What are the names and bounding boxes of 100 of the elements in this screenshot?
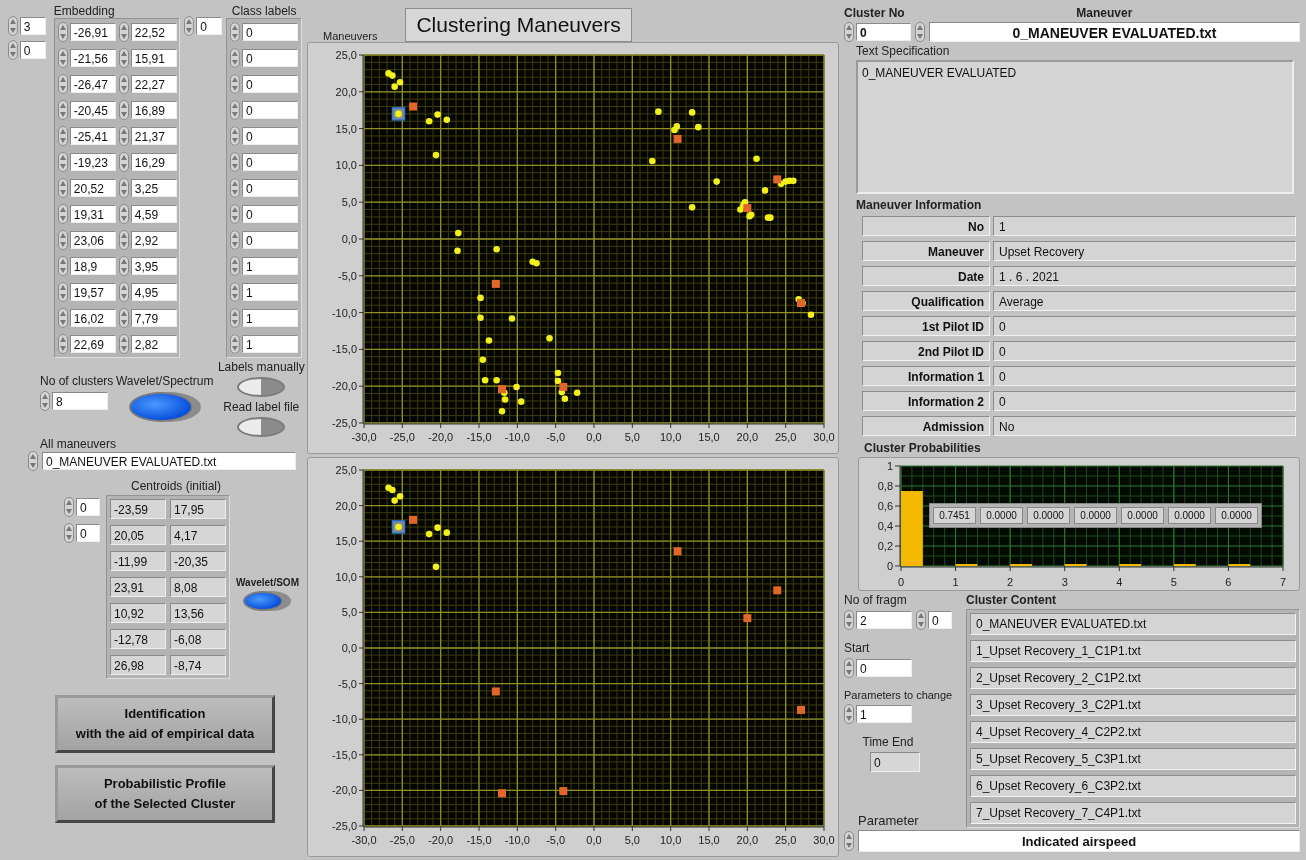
table-cell: -12,78 xyxy=(110,629,166,649)
axis-tick-label: 20,0 xyxy=(736,431,759,443)
axis-tick-label: 25,0 xyxy=(774,834,797,846)
info-label: Admission xyxy=(862,416,990,436)
axis-tick-label: 15,0 xyxy=(698,834,720,846)
axis-tick-label: 20,0 xyxy=(335,499,357,512)
field-label: Cluster Content xyxy=(966,593,1057,607)
axis-tick-label: 0,0 xyxy=(586,834,602,846)
field-label: Start xyxy=(844,641,871,655)
field-label: Maneuver xyxy=(1076,6,1133,20)
axis-tick-label: -20,0 xyxy=(428,834,454,846)
axis-tick-label: 5,0 xyxy=(624,431,640,443)
probability-readout: 0.0000 xyxy=(1074,507,1117,524)
axis-tick-label: -30,0 xyxy=(351,431,377,443)
axis-tick-label: -15,0 xyxy=(466,431,492,443)
axis-tick-label: 0,0 xyxy=(586,431,602,443)
axis-tick-label: 25,0 xyxy=(335,464,357,476)
axis-tick-label: -25,0 xyxy=(331,820,357,832)
field-label: Maneuver Information xyxy=(856,198,982,212)
table-cell: 20,05 xyxy=(110,525,166,545)
axis-tick-label: 2 xyxy=(1007,576,1014,588)
axis-tick-label: 0 xyxy=(886,560,893,572)
field-label: Cluster No xyxy=(844,6,905,20)
info-label: Qualification xyxy=(862,291,990,311)
info-label: Date xyxy=(862,266,990,286)
field-label: Wavelet/SOM xyxy=(236,577,299,588)
list-item: 4_Upset Recovery_4_C2P2.txt xyxy=(970,721,1296,743)
field-label: All maneuvers xyxy=(40,437,118,451)
field-label: Centroids (initial) xyxy=(131,479,221,493)
axis-tick-label: 30,0 xyxy=(813,431,835,443)
axis-tick-label: 0,6 xyxy=(877,500,893,512)
table-cell: 13,56 xyxy=(170,603,226,623)
axis-tick-label: -15,0 xyxy=(466,834,492,846)
axis-tick-label: 10,0 xyxy=(335,159,357,172)
table-cell: 10,92 xyxy=(110,603,166,623)
table-cell: -8,74 xyxy=(170,655,226,675)
info-value: No xyxy=(993,416,1296,436)
axis-tick-label: -25,0 xyxy=(331,417,357,429)
axis-tick-label: -5,0 xyxy=(338,677,357,690)
list-item: 5_Upset Recovery_5_C3P1.txt xyxy=(970,748,1296,770)
axis-tick-label: 0,8 xyxy=(877,480,893,492)
field-label: Wavelet/Spectrum xyxy=(115,374,214,388)
axis-tick-label: 10,0 xyxy=(659,834,682,846)
axis-tick-label: 0,0 xyxy=(341,233,357,245)
axis-tick-label: 15,0 xyxy=(698,431,720,443)
axis-tick-label: 30,0 xyxy=(813,834,835,846)
axis-tick-label: 0,4 xyxy=(877,520,893,532)
probability-readout: 0.7451 xyxy=(933,507,976,524)
field-label: Class labels xyxy=(231,4,297,18)
axis-tick-label: 0,2 xyxy=(877,540,893,552)
axis-tick-label: -25,0 xyxy=(389,431,415,443)
axis-tick-label: 0,0 xyxy=(341,642,357,654)
axis-tick-label: 5 xyxy=(1170,576,1177,588)
axis-tick-label: -10,0 xyxy=(504,834,530,846)
table-cell: -6,08 xyxy=(170,629,226,649)
axis-tick-label: 0 xyxy=(897,576,905,588)
axis-tick-label: 5,0 xyxy=(624,834,640,846)
info-value: 1 . 6 . 2021 xyxy=(993,266,1296,286)
axis-tick-label: -15,0 xyxy=(331,748,357,761)
info-value: 0 xyxy=(993,391,1296,411)
axis-tick-label: 5,0 xyxy=(341,606,357,619)
list-item: 3_Upset Recovery_3_C2P1.txt xyxy=(970,694,1296,716)
axis-tick-label: 1 xyxy=(886,460,893,472)
field-label: Time End xyxy=(862,735,914,749)
info-label: Information 2 xyxy=(862,391,990,411)
probability-readout: 0.0000 xyxy=(980,507,1023,524)
axis-tick-label: 4 xyxy=(1116,576,1123,588)
field-label: Maneuvers xyxy=(323,30,378,42)
axis-tick-label: -5,0 xyxy=(546,834,566,846)
field-label: Cluster Probabilities xyxy=(864,441,981,455)
axis-tick-label: 5,0 xyxy=(341,196,357,209)
axis-tick-label: 1 xyxy=(952,576,959,588)
axis-tick-label: -10,0 xyxy=(331,713,357,726)
table-cell: -11,99 xyxy=(110,551,166,571)
table-cell: -20,35 xyxy=(170,551,226,571)
probability-readout: 0.0000 xyxy=(1168,507,1211,524)
probability-readout: 0.0000 xyxy=(1215,507,1258,524)
info-value: 0 xyxy=(993,341,1296,361)
axis-tick-label: 20,0 xyxy=(736,834,759,846)
list-item: 6_Upset Recovery_6_C3P2.txt xyxy=(970,775,1296,797)
info-label: 2nd Pilot ID xyxy=(862,341,990,361)
axis-tick-label: 10,0 xyxy=(659,431,682,443)
info-value: Average xyxy=(993,291,1296,311)
list-item: 0_MANEUVER EVALUATED.txt xyxy=(970,613,1296,635)
field-label: Embedding xyxy=(53,4,115,18)
axis-tick-label: -15,0 xyxy=(331,343,357,356)
axis-tick-label: 20,0 xyxy=(335,85,357,98)
axis-tick-label: 15,0 xyxy=(335,122,357,135)
axis-tick-label: 10,0 xyxy=(335,570,357,583)
number-field: 0 xyxy=(870,752,920,772)
window-title: Clustering Maneuvers xyxy=(405,8,632,42)
info-label: No xyxy=(862,216,990,236)
field-label: Parameters to change xyxy=(844,689,954,701)
probability-readout: 0.0000 xyxy=(1121,507,1164,524)
field-label: Read label file xyxy=(223,400,300,414)
field-label: No of fragm xyxy=(844,593,908,607)
list-item: 2_Upset Recovery_2_C1P2.txt xyxy=(970,667,1296,689)
axis-tick-label: 6 xyxy=(1225,576,1232,588)
probability-readout: 0.0000 xyxy=(1027,507,1070,524)
info-label: 1st Pilot ID xyxy=(862,316,990,336)
